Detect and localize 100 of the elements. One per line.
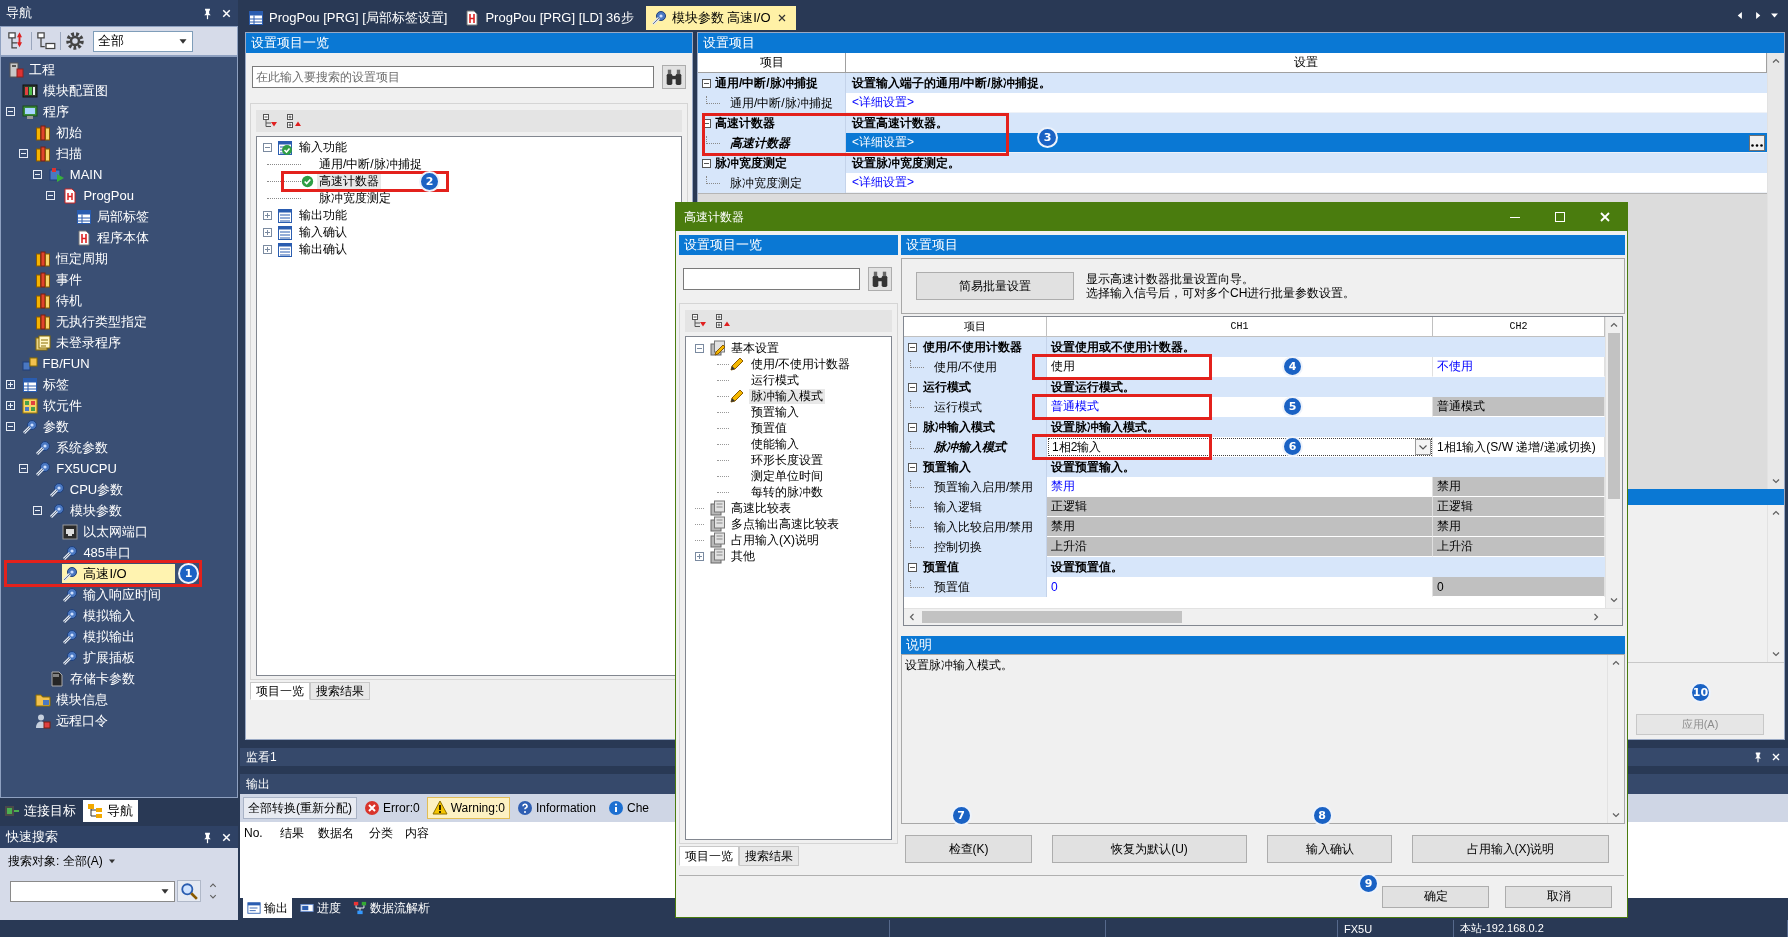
dialog-button[interactable]: 取消: [1505, 885, 1612, 908]
toolbar-button[interactable]: Che: [602, 797, 654, 819]
tree-item[interactable]: 多点输出高速比较表: [729, 516, 841, 532]
collapse-toggle-icon[interactable]: [702, 118, 711, 128]
expand-toggle-icon[interactable]: [263, 228, 272, 237]
cell-value[interactable]: 0: [1051, 579, 1058, 594]
tree-item[interactable]: CPU参数: [48, 480, 127, 499]
panel-tab[interactable]: 项目一览: [679, 846, 739, 866]
tree-item[interactable]: 运行模式: [749, 372, 801, 388]
setting-cell[interactable]: <详细设置>: [846, 173, 1767, 193]
cell-value[interactable]: 使用: [1051, 358, 1075, 375]
collapse-toggle-icon[interactable]: [702, 158, 711, 168]
browse-button[interactable]: [1749, 134, 1765, 151]
dialog-button[interactable]: 确定: [1382, 885, 1489, 908]
collapse-toggle-icon[interactable]: [908, 462, 917, 472]
tree-item[interactable]: MAIN: [48, 165, 106, 184]
collapse-all-icon[interactable]: [691, 313, 707, 329]
expand-toggle-icon[interactable]: [695, 551, 704, 561]
tree-item[interactable]: 扩展插板: [62, 648, 139, 667]
maximize-icon[interactable]: [1552, 209, 1568, 225]
tree-item[interactable]: 输入确认: [297, 225, 349, 240]
tree-item[interactable]: 输出功能: [297, 208, 349, 223]
tree-item[interactable]: 输入响应时间: [62, 585, 165, 604]
close-icon[interactable]: [1770, 751, 1782, 763]
cell-value[interactable]: 1相1输入(S/W 递增/递减切换): [1437, 438, 1596, 456]
panel-tab[interactable]: 搜索结果: [310, 682, 370, 700]
collapse-toggle-icon[interactable]: [263, 143, 272, 152]
tree-item[interactable]: 模块参数: [48, 501, 125, 520]
tree-item[interactable]: 基本设置: [729, 340, 781, 356]
tree-item[interactable]: 程序: [21, 102, 72, 121]
collapse-all-icon[interactable]: [262, 113, 278, 129]
tree-item[interactable]: 每转的脉冲数: [749, 484, 825, 500]
tree-item[interactable]: 高速比较表: [729, 500, 793, 516]
horizontal-scrollbar[interactable]: [904, 608, 1622, 625]
tree-item[interactable]: 预置输入: [749, 404, 801, 420]
pin-icon[interactable]: [1752, 751, 1764, 763]
tree-item[interactable]: 事件: [35, 270, 86, 289]
collapse-toggle-icon[interactable]: [702, 78, 711, 88]
dialog-button[interactable]: 恢复为默认(U): [1052, 835, 1247, 863]
detail-settings-link[interactable]: <详细设置>: [852, 134, 914, 151]
collapse-toggle-icon[interactable]: [908, 422, 917, 432]
search-field[interactable]: [683, 268, 860, 290]
detail-settings-link[interactable]: <详细设置>: [852, 174, 914, 191]
document-tab[interactable]: ProgPou [PRG] [局部标签设置]: [243, 6, 456, 30]
tree-item[interactable]: 高速计数器: [317, 174, 381, 189]
tree-item[interactable]: 未登录程序: [35, 333, 125, 352]
tree-item[interactable]: ProgPou: [62, 186, 137, 205]
batch-settings-button[interactable]: 简易批量设置: [916, 272, 1074, 300]
panel-tab[interactable]: 数据流解析: [349, 898, 434, 918]
panel-tab[interactable]: 进度: [296, 898, 345, 918]
cell-value[interactable]: 不使用: [1437, 358, 1473, 375]
scrollbar-thumb[interactable]: [1608, 333, 1620, 500]
tree-item[interactable]: 高速I/O: [62, 564, 175, 583]
tree-item[interactable]: FB/FUN: [21, 354, 93, 373]
search-scope-dropdown[interactable]: 搜索对象: 全部(A): [0, 848, 118, 874]
search-combo-field[interactable]: [10, 880, 175, 902]
setting-cell[interactable]: <详细设置>: [846, 93, 1767, 113]
tree-item[interactable]: 预置值: [749, 420, 789, 436]
tree-item[interactable]: 初始: [35, 123, 86, 142]
dialog-button[interactable]: 检查(K): [905, 835, 1032, 863]
search-button[interactable]: [177, 880, 201, 902]
tree-item[interactable]: 扫描: [35, 144, 86, 163]
expand-all-icon[interactable]: [715, 313, 731, 329]
vertical-scrollbar[interactable]: [1605, 317, 1622, 608]
tree-item[interactable]: 脉冲宽度测定: [317, 191, 393, 206]
tree-item[interactable]: 参数: [21, 417, 72, 436]
tree-item[interactable]: 系统参数: [35, 438, 112, 457]
cell-value[interactable]: 普通模式: [1051, 398, 1099, 415]
expand-toggle-icon[interactable]: [263, 211, 272, 220]
panel-tab[interactable]: 搜索结果: [739, 846, 799, 866]
panel-tab[interactable]: 输出: [243, 898, 292, 918]
tree-item[interactable]: 待机: [35, 291, 86, 310]
toolbar-button[interactable]: Information: [511, 797, 601, 819]
collapse-toggle-icon[interactable]: [908, 382, 917, 392]
tree-item[interactable]: 远程口令: [35, 711, 112, 730]
search-button[interactable]: [868, 267, 892, 291]
search-button[interactable]: [662, 65, 686, 89]
collapse-toggle-icon[interactable]: [908, 342, 917, 352]
settings-icon[interactable]: [65, 31, 85, 51]
detail-settings-link[interactable]: <详细设置>: [852, 94, 914, 111]
toolbar-button[interactable]: Warning:0: [426, 797, 510, 819]
toolbar-button[interactable]: 全部转换(重新分配): [243, 797, 357, 819]
toolbar-button[interactable]: Error:0: [359, 797, 425, 819]
tree-list-icon[interactable]: [36, 31, 56, 51]
collapse-toggle-icon[interactable]: [908, 562, 917, 572]
tree-item[interactable]: 模块配置图: [21, 81, 111, 100]
tree-item[interactable]: 恒定周期: [35, 249, 112, 268]
collapse-toggle-icon[interactable]: [695, 343, 704, 353]
scrollbar-thumb[interactable]: [922, 611, 1182, 623]
tree-item[interactable]: 输入功能: [297, 140, 349, 155]
panel-tab[interactable]: 连接目标: [0, 800, 81, 822]
tree-item[interactable]: 局部标签: [76, 207, 152, 226]
tree-item[interactable]: 脉冲输入模式: [749, 388, 825, 404]
tree-item[interactable]: 其他: [729, 548, 757, 564]
tree-item[interactable]: 标签: [21, 375, 72, 394]
expand-all-icon[interactable]: [286, 113, 302, 129]
document-tab[interactable]: 模块参数 高速I/O: [645, 6, 796, 30]
expand-toggle-icon[interactable]: [263, 245, 272, 254]
vertical-scrollbar[interactable]: [1767, 53, 1784, 489]
tree-item[interactable]: 通用/中断/脉冲捕捉: [317, 157, 424, 172]
